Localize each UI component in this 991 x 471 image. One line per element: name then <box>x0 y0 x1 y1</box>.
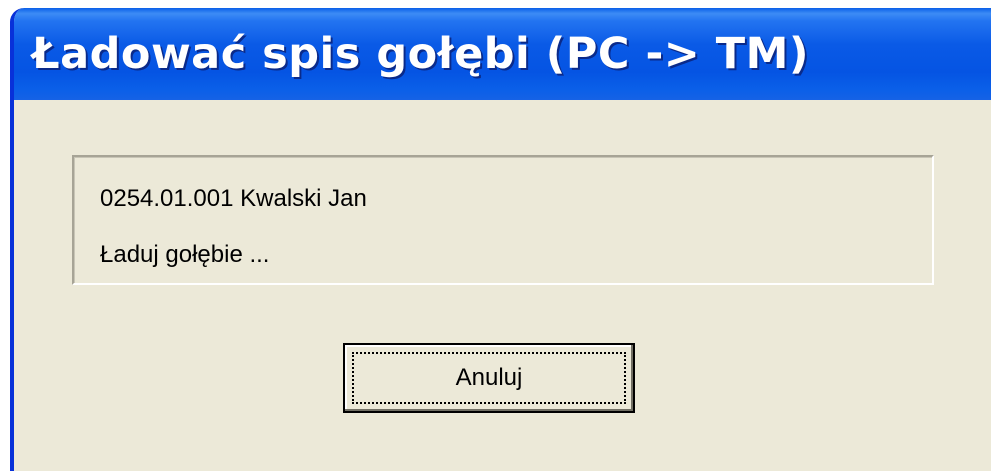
dialog-body: 0254.01.001 Kwalski Jan Ładuj gołębie ..… <box>14 100 991 471</box>
status-line-action: Ładuj gołębie ... <box>100 241 270 268</box>
title-bar[interactable]: Ładować spis gołębi (PC -> TM) <box>14 8 991 100</box>
status-panel: 0254.01.001 Kwalski Jan Ładuj gołębie ..… <box>72 155 934 285</box>
cancel-button-label: Anuluj <box>455 364 523 391</box>
cancel-button[interactable]: Anuluj <box>343 343 635 413</box>
window-title: Ładować spis gołębi (PC -> TM) <box>32 29 810 79</box>
dialog-window: Ładować spis gołębi (PC -> TM) 0254.01.0… <box>10 8 991 471</box>
status-line-pigeon: 0254.01.001 Kwalski Jan <box>100 185 367 212</box>
